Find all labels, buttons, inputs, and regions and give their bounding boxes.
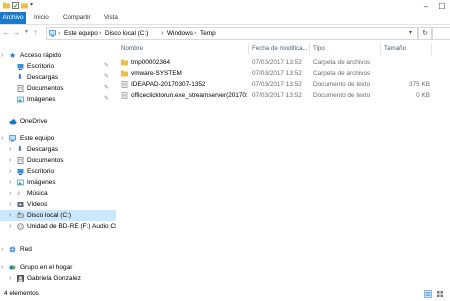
maximize-icon[interactable]: ☐ — [434, 0, 450, 12]
text-file-icon — [121, 81, 128, 88]
pin-icon[interactable]: ✎ — [104, 72, 109, 83]
download-icon: ⬇ — [17, 146, 23, 153]
nav-quick-escritorio[interactable]: Escritorio ✎ — [0, 61, 116, 72]
column-divider[interactable] — [431, 43, 432, 55]
address-dropdown-icon[interactable]: ▾ — [409, 28, 412, 39]
breadcrumb-este-equipo[interactable]: Este equipo — [64, 28, 98, 39]
ribbon-tabs: Archivo Inicio Compartir Vista — [0, 12, 450, 25]
user-avatar-icon — [17, 275, 24, 282]
nav-homegroup-user[interactable]: › Gabriela Gonzalez — [0, 273, 116, 284]
item-count: 4 elementos — [4, 290, 39, 297]
documents-icon — [17, 85, 24, 92]
chevron-down-icon[interactable]: › — [1, 262, 3, 273]
search-input[interactable] — [432, 27, 450, 40]
nav-quick-descargas[interactable]: ⬇ Descargas ✎ — [0, 72, 116, 83]
chevron-right-icon[interactable]: › — [1, 244, 3, 255]
documents-icon — [17, 157, 24, 164]
nav-pc-videos[interactable]: › Vídeos — [0, 199, 116, 210]
file-row[interactable]: IDEAPAD-20170307-1352 07/03/2017 13:52 D… — [116, 79, 450, 90]
homegroup-icon — [9, 264, 16, 271]
chevron-down-icon[interactable]: › — [1, 133, 3, 144]
desktop-icon — [17, 168, 24, 175]
file-list: Nombre Fecha de modifica... Tipo Tamaño … — [116, 40, 450, 288]
video-icon — [17, 201, 24, 208]
column-header-type[interactable]: Tipo — [313, 44, 325, 54]
cd-drive-icon — [17, 223, 24, 230]
pin-icon[interactable]: ✎ — [104, 61, 109, 72]
address-bar[interactable]: › Este equipo › Disco local (C:) › Windo… — [46, 27, 418, 40]
nav-pc-disco-local[interactable]: › Disco local (C:) — [0, 210, 116, 221]
title-bar: ▾ – ☐ — [0, 0, 450, 12]
column-divider[interactable] — [248, 43, 249, 55]
navigation-pane: › ★ Acceso rápido Escritorio ✎ ⬇ Descarg… — [0, 40, 120, 288]
star-icon: ★ — [9, 51, 17, 60]
tab-inicio[interactable]: Inicio — [34, 12, 49, 24]
folder-icon — [121, 59, 128, 66]
nav-quick-documentos[interactable]: Documentos ✎ — [0, 83, 116, 94]
back-arrow-icon[interactable]: ← — [2, 28, 11, 37]
forward-arrow-icon[interactable]: → — [12, 28, 21, 37]
breadcrumb-windows[interactable]: Windows — [167, 28, 193, 39]
drive-icon — [17, 212, 24, 219]
breadcrumb-temp[interactable]: Temp — [200, 28, 216, 39]
column-divider[interactable] — [309, 43, 310, 55]
status-bar: 4 elementos — [0, 289, 450, 301]
text-file-icon — [121, 92, 128, 99]
minimize-icon[interactable]: – — [418, 0, 434, 12]
chevron-down-icon[interactable]: › — [1, 50, 3, 61]
column-divider[interactable] — [380, 43, 381, 55]
customize-arrow-icon[interactable]: ▾ — [30, 2, 37, 9]
details-view-icon[interactable] — [424, 290, 432, 300]
pictures-icon — [17, 179, 24, 186]
nav-pc-musica[interactable]: › ♪ Música — [0, 188, 116, 199]
nav-this-pc[interactable]: › Este equipo — [0, 133, 116, 144]
column-header-name[interactable]: Nombre — [121, 44, 143, 54]
nav-onedrive[interactable]: OneDrive — [0, 116, 116, 127]
refresh-icon[interactable]: ↻ — [418, 27, 432, 40]
recent-dropdown-icon[interactable]: ▾ — [22, 28, 31, 37]
file-row[interactable]: vmware-SYSTEM 07/03/2017 13:52 Carpeta d… — [116, 68, 450, 79]
nav-pc-escritorio[interactable]: › Escritorio — [0, 166, 116, 177]
pc-icon — [49, 30, 56, 39]
breadcrumb-disco-local[interactable]: Disco local (C:) — [105, 28, 148, 39]
network-icon — [9, 246, 16, 253]
properties-icon[interactable] — [12, 2, 19, 9]
nav-pc-bd-re[interactable]: › Unidad de BD-RE (F:) Audio CD — [0, 221, 120, 232]
download-icon: ⬇ — [17, 74, 23, 81]
music-icon: ♪ — [17, 190, 21, 197]
pin-icon[interactable]: ✎ — [104, 83, 109, 94]
new-folder-icon[interactable] — [21, 2, 28, 9]
tab-compartir[interactable]: Compartir — [63, 12, 91, 24]
file-row[interactable]: officeclicktorun.exe_streamserver(201703… — [116, 90, 450, 101]
up-arrow-icon[interactable]: ↑ — [31, 28, 40, 37]
nav-homegroup[interactable]: › Grupo en el hogar — [0, 262, 116, 273]
nav-pc-documentos[interactable]: › Documentos — [0, 155, 116, 166]
column-header-size[interactable]: Tamaño — [384, 44, 406, 54]
desktop-icon — [17, 63, 24, 70]
folder-icon — [3, 2, 10, 9]
column-header-date[interactable]: Fecha de modifica... — [252, 44, 308, 54]
nav-network[interactable]: › Red — [0, 244, 116, 255]
folder-icon — [121, 70, 128, 77]
pc-icon — [9, 135, 16, 142]
nav-quick-imagenes[interactable]: Imágenes ✎ — [0, 94, 116, 105]
tab-vista[interactable]: Vista — [104, 12, 118, 24]
nav-pc-descargas[interactable]: › ⬇ Descargas — [0, 144, 116, 155]
address-row: ← → ▾ ↑ › Este equipo › Disco local (C:)… — [0, 25, 450, 40]
file-row[interactable]: tmp00002364 07/03/2017 13:52 Carpeta de … — [116, 57, 450, 68]
nav-pc-imagenes[interactable]: › Imágenes — [0, 177, 116, 188]
nav-quick-access[interactable]: › ★ Acceso rápido — [0, 50, 116, 61]
cloud-icon — [9, 118, 17, 125]
large-icons-view-icon[interactable] — [436, 290, 444, 300]
pictures-icon — [17, 96, 24, 103]
tab-archivo[interactable]: Archivo — [0, 12, 26, 24]
pin-icon[interactable]: ✎ — [104, 94, 109, 105]
